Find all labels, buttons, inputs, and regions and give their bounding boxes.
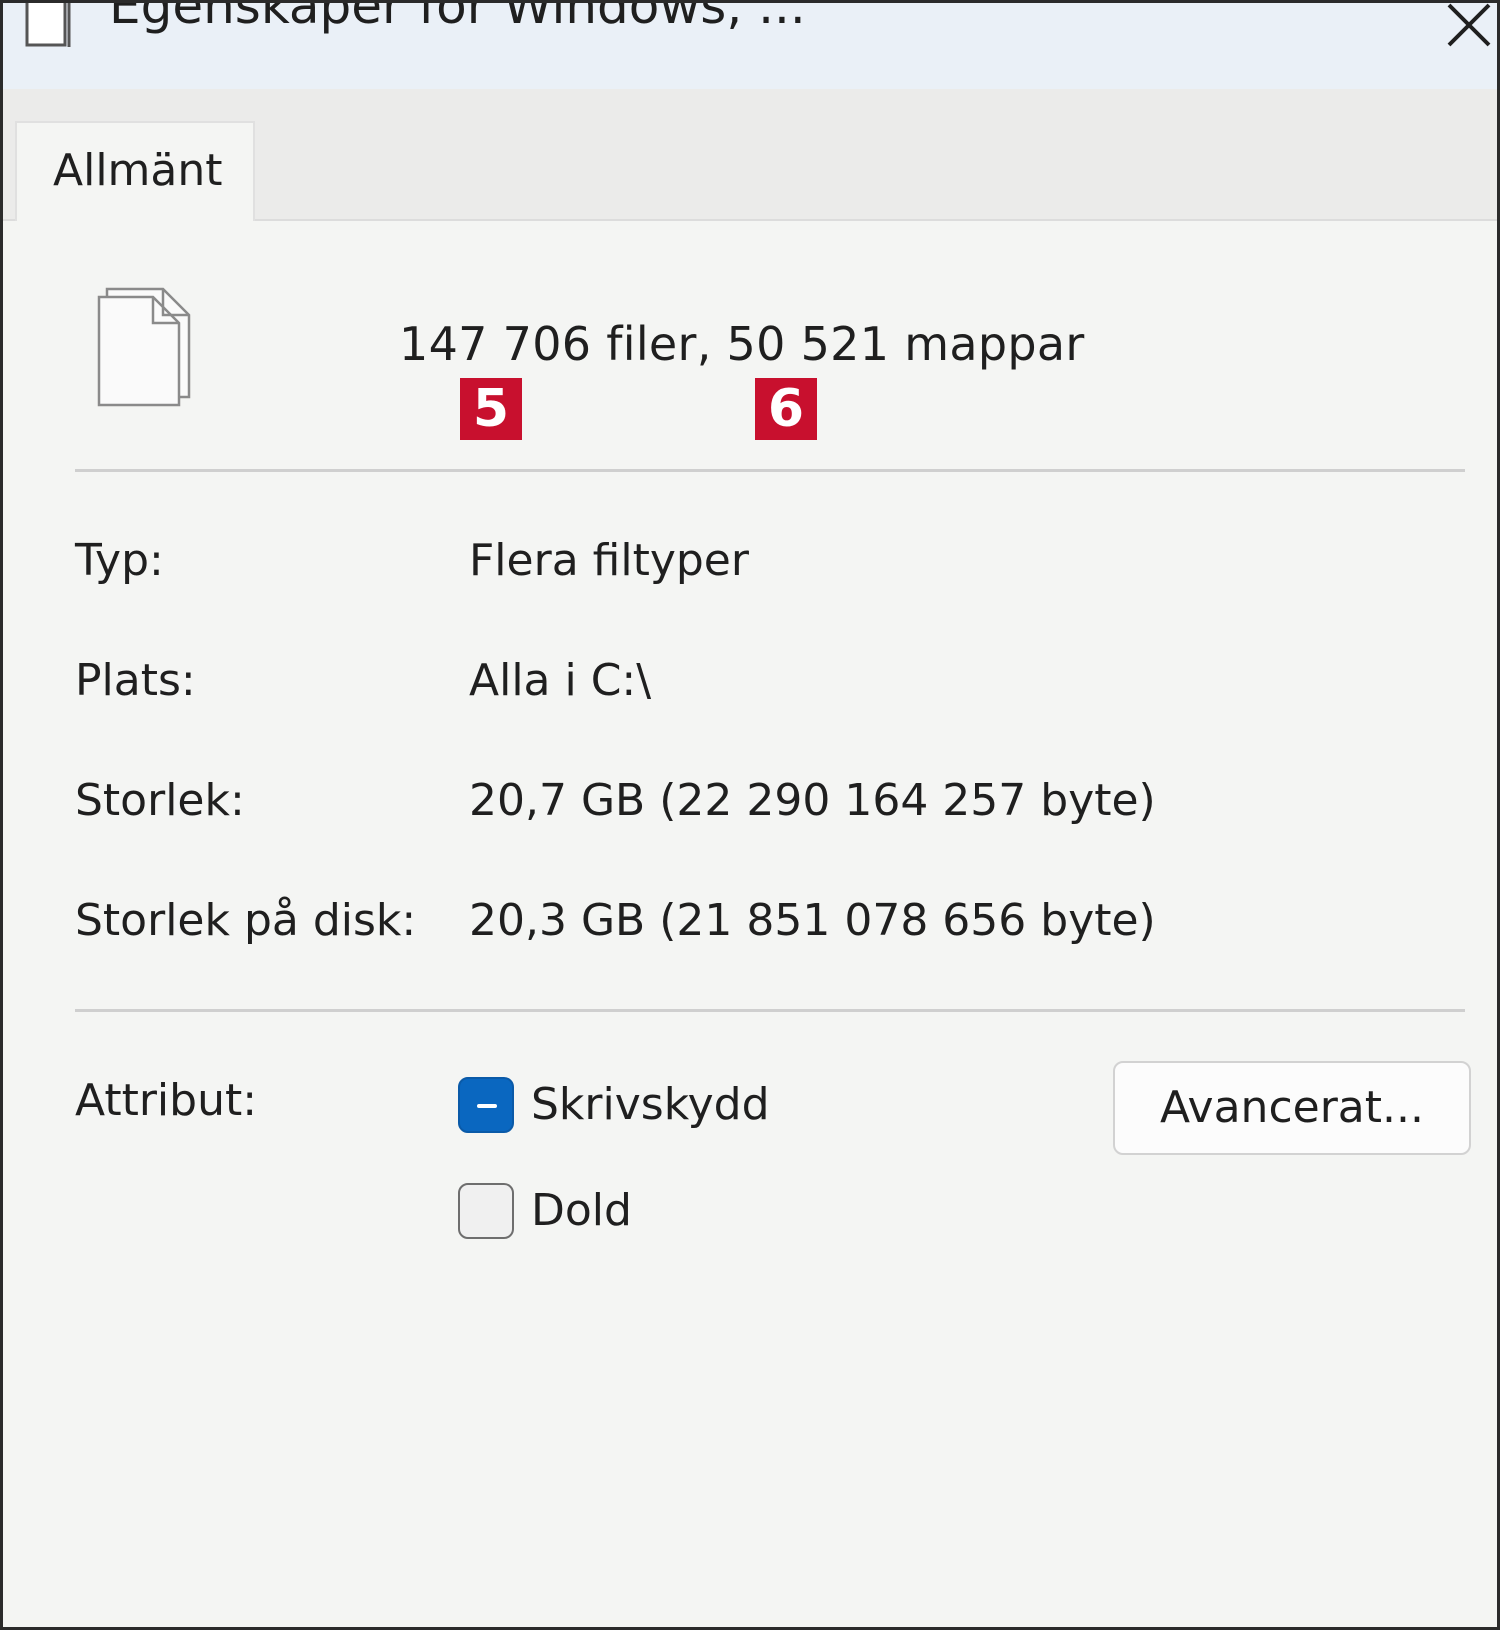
divider-bottom [75,1009,1465,1012]
size-on-disk-value: 20,3 GB (21 851 078 656 byte) [469,895,1156,946]
readonly-label[interactable]: Skrivskydd [531,1079,770,1130]
readonly-checkbox[interactable] [458,1077,514,1133]
tab-general[interactable]: Allmänt [15,121,255,221]
location-value: Alla i C:\ [469,655,652,706]
advanced-button[interactable]: Avancerat... [1113,1061,1471,1155]
annotation-marker-5: 5 [460,378,522,440]
close-icon[interactable] [1437,0,1497,55]
title-bar[interactable]: Egenskaper för Windows, ... [3,3,1497,89]
location-label: Plats: [75,655,196,706]
hidden-checkbox[interactable] [458,1183,514,1239]
size-label: Storlek: [75,775,245,826]
size-on-disk-label: Storlek på disk: [75,895,417,946]
properties-dialog: Egenskaper för Windows, ... Allmänt 147 … [0,0,1500,1630]
document-icon [25,3,71,47]
window-title: Egenskaper för Windows, ... [109,0,806,35]
attributes-label: Attribut: [75,1075,258,1126]
item-count-summary: 147 706 filer, 50 521 mappar [399,317,1085,371]
divider-top [75,469,1465,472]
tab-strip: Allmänt [3,89,1497,221]
multiple-files-icon [97,287,191,407]
size-value: 20,7 GB (22 290 164 257 byte) [469,775,1156,826]
type-label: Typ: [75,535,164,586]
annotation-marker-6: 6 [755,378,817,440]
tab-general-label: Allmänt [53,145,223,196]
type-value: Flera filtyper [469,535,749,586]
hidden-label[interactable]: Dold [531,1185,632,1236]
